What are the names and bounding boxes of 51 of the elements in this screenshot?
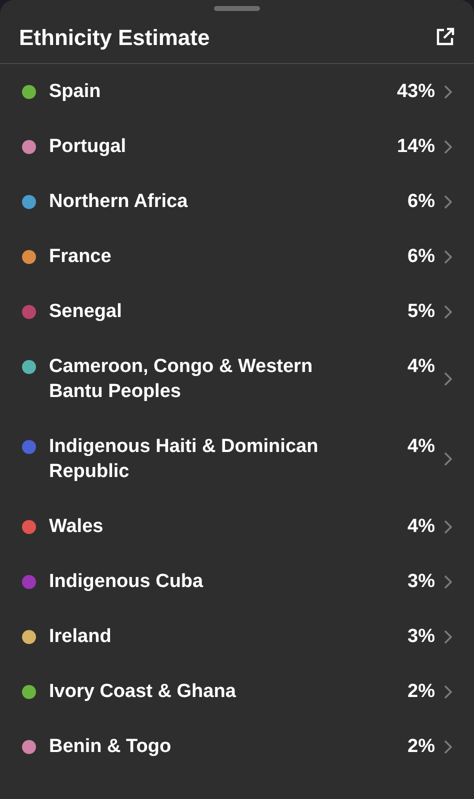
region-name: Northern Africa xyxy=(49,190,189,214)
percentage: 6% xyxy=(408,190,435,214)
ethnicity-row[interactable]: Wales 4% xyxy=(0,499,474,554)
ethnicity-row[interactable]: Northern Africa 6% xyxy=(0,174,474,229)
ethnicity-row[interactable]: Spain 43% xyxy=(0,64,474,119)
ethnicity-row[interactable]: Ireland 3% xyxy=(0,609,474,664)
region-name: Ireland xyxy=(49,625,112,649)
chevron-right-icon xyxy=(444,574,452,588)
sheet-title: Ethnicity Estimate xyxy=(19,24,210,52)
chevron-right-icon xyxy=(444,740,452,754)
percentage: 2% xyxy=(408,735,435,759)
external-link-icon[interactable] xyxy=(435,27,455,47)
percentage: 43% xyxy=(396,80,435,104)
percentage: 3% xyxy=(408,625,435,649)
chevron-right-icon xyxy=(444,684,452,698)
chevron-right-icon xyxy=(444,372,452,386)
region-name: Wales xyxy=(49,515,104,539)
percentage: 4% xyxy=(408,515,435,539)
region-name: Indigenous Cuba xyxy=(49,570,204,594)
chevron-right-icon xyxy=(444,250,452,264)
ethnicity-row[interactable]: Portugal 14% xyxy=(0,119,474,174)
region-name: Benin & Togo xyxy=(49,735,172,759)
region-name: France xyxy=(49,245,112,269)
chevron-right-icon xyxy=(444,630,452,644)
chevron-right-icon xyxy=(444,194,452,208)
ethnicity-row[interactable]: Indigenous Haiti & Dominican Republic 4% xyxy=(0,419,474,499)
region-name: Portugal xyxy=(49,135,128,159)
percentage: 3% xyxy=(408,570,435,594)
ethnicity-row[interactable]: Ivory Coast & Ghana 2% xyxy=(0,664,474,719)
percentage: 6% xyxy=(408,245,435,269)
percentage: 5% xyxy=(408,300,435,324)
ethnicity-row[interactable]: France 6% xyxy=(0,229,474,284)
chevron-right-icon xyxy=(444,520,452,534)
region-name: Senegal xyxy=(49,300,123,324)
region-name: Ivory Coast & Ghana xyxy=(49,680,237,704)
chevron-right-icon xyxy=(444,140,452,154)
chevron-right-icon xyxy=(444,304,452,318)
ethnicity-row[interactable]: Senegal 5% xyxy=(0,284,474,339)
ethnicity-row[interactable]: Benin & Togo 2% xyxy=(0,719,474,774)
ethnicity-row[interactable]: Indigenous Cuba 3% xyxy=(0,554,474,609)
drag-handle[interactable] xyxy=(214,6,260,11)
region-name: Cameroon, Congo & Western Bantu Peoples xyxy=(49,355,314,404)
region-name: Spain xyxy=(49,80,102,104)
chevron-right-icon xyxy=(444,84,452,98)
percentage: 4% xyxy=(408,355,435,379)
chevron-right-icon xyxy=(444,452,452,466)
region-name: Indigenous Haiti & Dominican Republic xyxy=(49,435,320,484)
percentage: 4% xyxy=(408,435,435,459)
percentage: 14% xyxy=(396,135,435,159)
percentage: 2% xyxy=(408,680,435,704)
ethnicity-row[interactable]: Cameroon, Congo & Western Bantu Peoples 4% xyxy=(0,339,474,419)
